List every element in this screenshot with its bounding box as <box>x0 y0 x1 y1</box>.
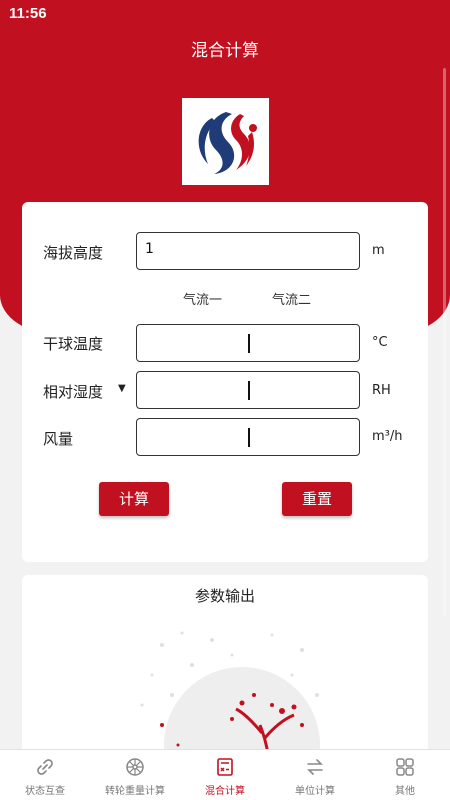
output-card: 参数输出 <box>22 575 428 775</box>
tab-label: 混合计算 <box>205 786 245 797</box>
status-time: 11:56 <box>9 5 47 22</box>
scrollbar[interactable] <box>443 68 446 616</box>
text-caret <box>248 428 250 447</box>
reset-button[interactable]: 重置 <box>282 482 352 516</box>
tab-label: 转轮重量计算 <box>105 786 165 797</box>
calculate-button[interactable]: 计算 <box>99 482 169 516</box>
company-logo <box>182 98 269 185</box>
tab-unit-calc[interactable]: 单位计算 <box>270 750 360 800</box>
page-title: 混合计算 <box>191 41 259 61</box>
text-caret <box>248 334 250 353</box>
airflow-unit: m³/h <box>372 429 403 444</box>
calculator-icon <box>217 758 233 776</box>
humidity-unit: RH <box>372 383 391 398</box>
altitude-input[interactable]: 1 <box>136 232 360 270</box>
tab-wheel-weight[interactable]: 转轮重量计算 <box>90 750 180 800</box>
airflow-label: 风量 <box>43 430 74 448</box>
dry-bulb-input[interactable] <box>136 324 360 362</box>
airflow-input[interactable] <box>136 418 360 456</box>
grid-icon <box>396 758 414 776</box>
dry-bulb-label: 干球温度 <box>43 335 104 353</box>
tab-status-check[interactable]: 状态互查 <box>0 750 90 800</box>
dry-bulb-unit: °C <box>372 335 388 350</box>
text-caret <box>248 381 250 400</box>
triangle-down-icon[interactable]: ▼ <box>118 383 126 394</box>
airflow1-header: 气流一 <box>183 293 223 308</box>
logo-mark-icon <box>192 108 260 176</box>
swap-icon <box>307 759 323 775</box>
tab-mixing-calc[interactable]: 混合计算 <box>180 750 270 800</box>
tab-label: 其他 <box>395 786 415 797</box>
altitude-unit: m <box>372 243 385 258</box>
wheel-icon <box>126 758 144 776</box>
tab-other[interactable]: 其他 <box>360 750 450 800</box>
humidity-input[interactable] <box>136 371 360 409</box>
bottom-tab-bar: 状态互查 转轮重量计算 混合计算 单位计算 其他 <box>0 749 450 800</box>
link-icon <box>37 759 53 775</box>
status-bar: 11:56 <box>0 0 450 28</box>
output-title: 参数输出 <box>194 587 255 605</box>
altitude-value: 1 <box>145 241 154 257</box>
tab-label: 单位计算 <box>295 786 335 797</box>
humidity-label[interactable]: 相对湿度 <box>43 381 103 402</box>
input-card: 海拔高度 1 m 气流一 气流二 干球温度 °C 相对湿度 ▼ RH 风量 m³… <box>22 202 428 562</box>
airflow2-header: 气流二 <box>272 293 312 308</box>
altitude-label: 海拔高度 <box>43 244 104 262</box>
tab-label: 状态互查 <box>25 786 65 797</box>
